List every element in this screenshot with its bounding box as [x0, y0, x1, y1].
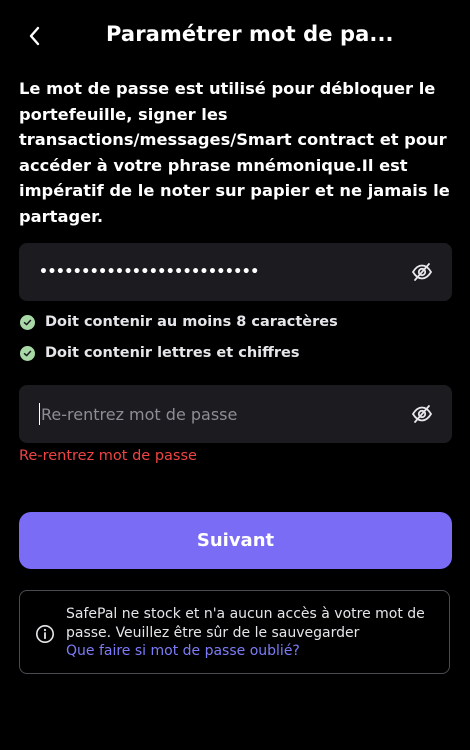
back-button[interactable]	[18, 20, 50, 52]
check-circle-icon	[20, 345, 35, 361]
info-icon	[36, 625, 54, 643]
eye-off-icon	[411, 263, 433, 281]
confirm-password-field[interactable]: Re-rentrez mot de passe	[19, 385, 452, 443]
notice-text: SafePal ne stock et n'a aucun accès à vo…	[66, 606, 425, 641]
confirm-password-error: Re-rentrez mot de passe	[19, 448, 197, 464]
chevron-left-icon	[29, 26, 40, 46]
page-title: Paramétrer mot de pa...	[106, 22, 394, 46]
check-circle-icon	[20, 314, 35, 330]
password-masked-value: ••••••••••••••••••••••••••	[39, 264, 259, 280]
forgot-password-link[interactable]: Que faire si mot de passe oublié?	[66, 642, 436, 661]
rule-label: Doit contenir au moins 8 caractères	[45, 314, 338, 330]
eye-off-icon	[411, 405, 433, 423]
next-button[interactable]: Suivant	[19, 512, 452, 569]
rule-label: Doit contenir lettres et chiffres	[45, 345, 300, 361]
toggle-password-visibility-button[interactable]	[411, 261, 433, 283]
password-notice: SafePal ne stock et n'a aucun accès à vo…	[19, 590, 450, 674]
rule-letters-digits: Doit contenir lettres et chiffres	[20, 345, 299, 361]
header: Paramétrer mot de pa...	[0, 0, 470, 72]
toggle-confirm-visibility-button[interactable]	[411, 403, 433, 425]
confirm-password-placeholder: Re-rentrez mot de passe	[41, 404, 238, 424]
text-caret	[39, 403, 40, 425]
password-field[interactable]: ••••••••••••••••••••••••••	[19, 243, 452, 301]
rule-min-length: Doit contenir au moins 8 caractères	[20, 314, 338, 330]
password-description: Le mot de passe est utilisé pour débloqu…	[19, 79, 450, 226]
